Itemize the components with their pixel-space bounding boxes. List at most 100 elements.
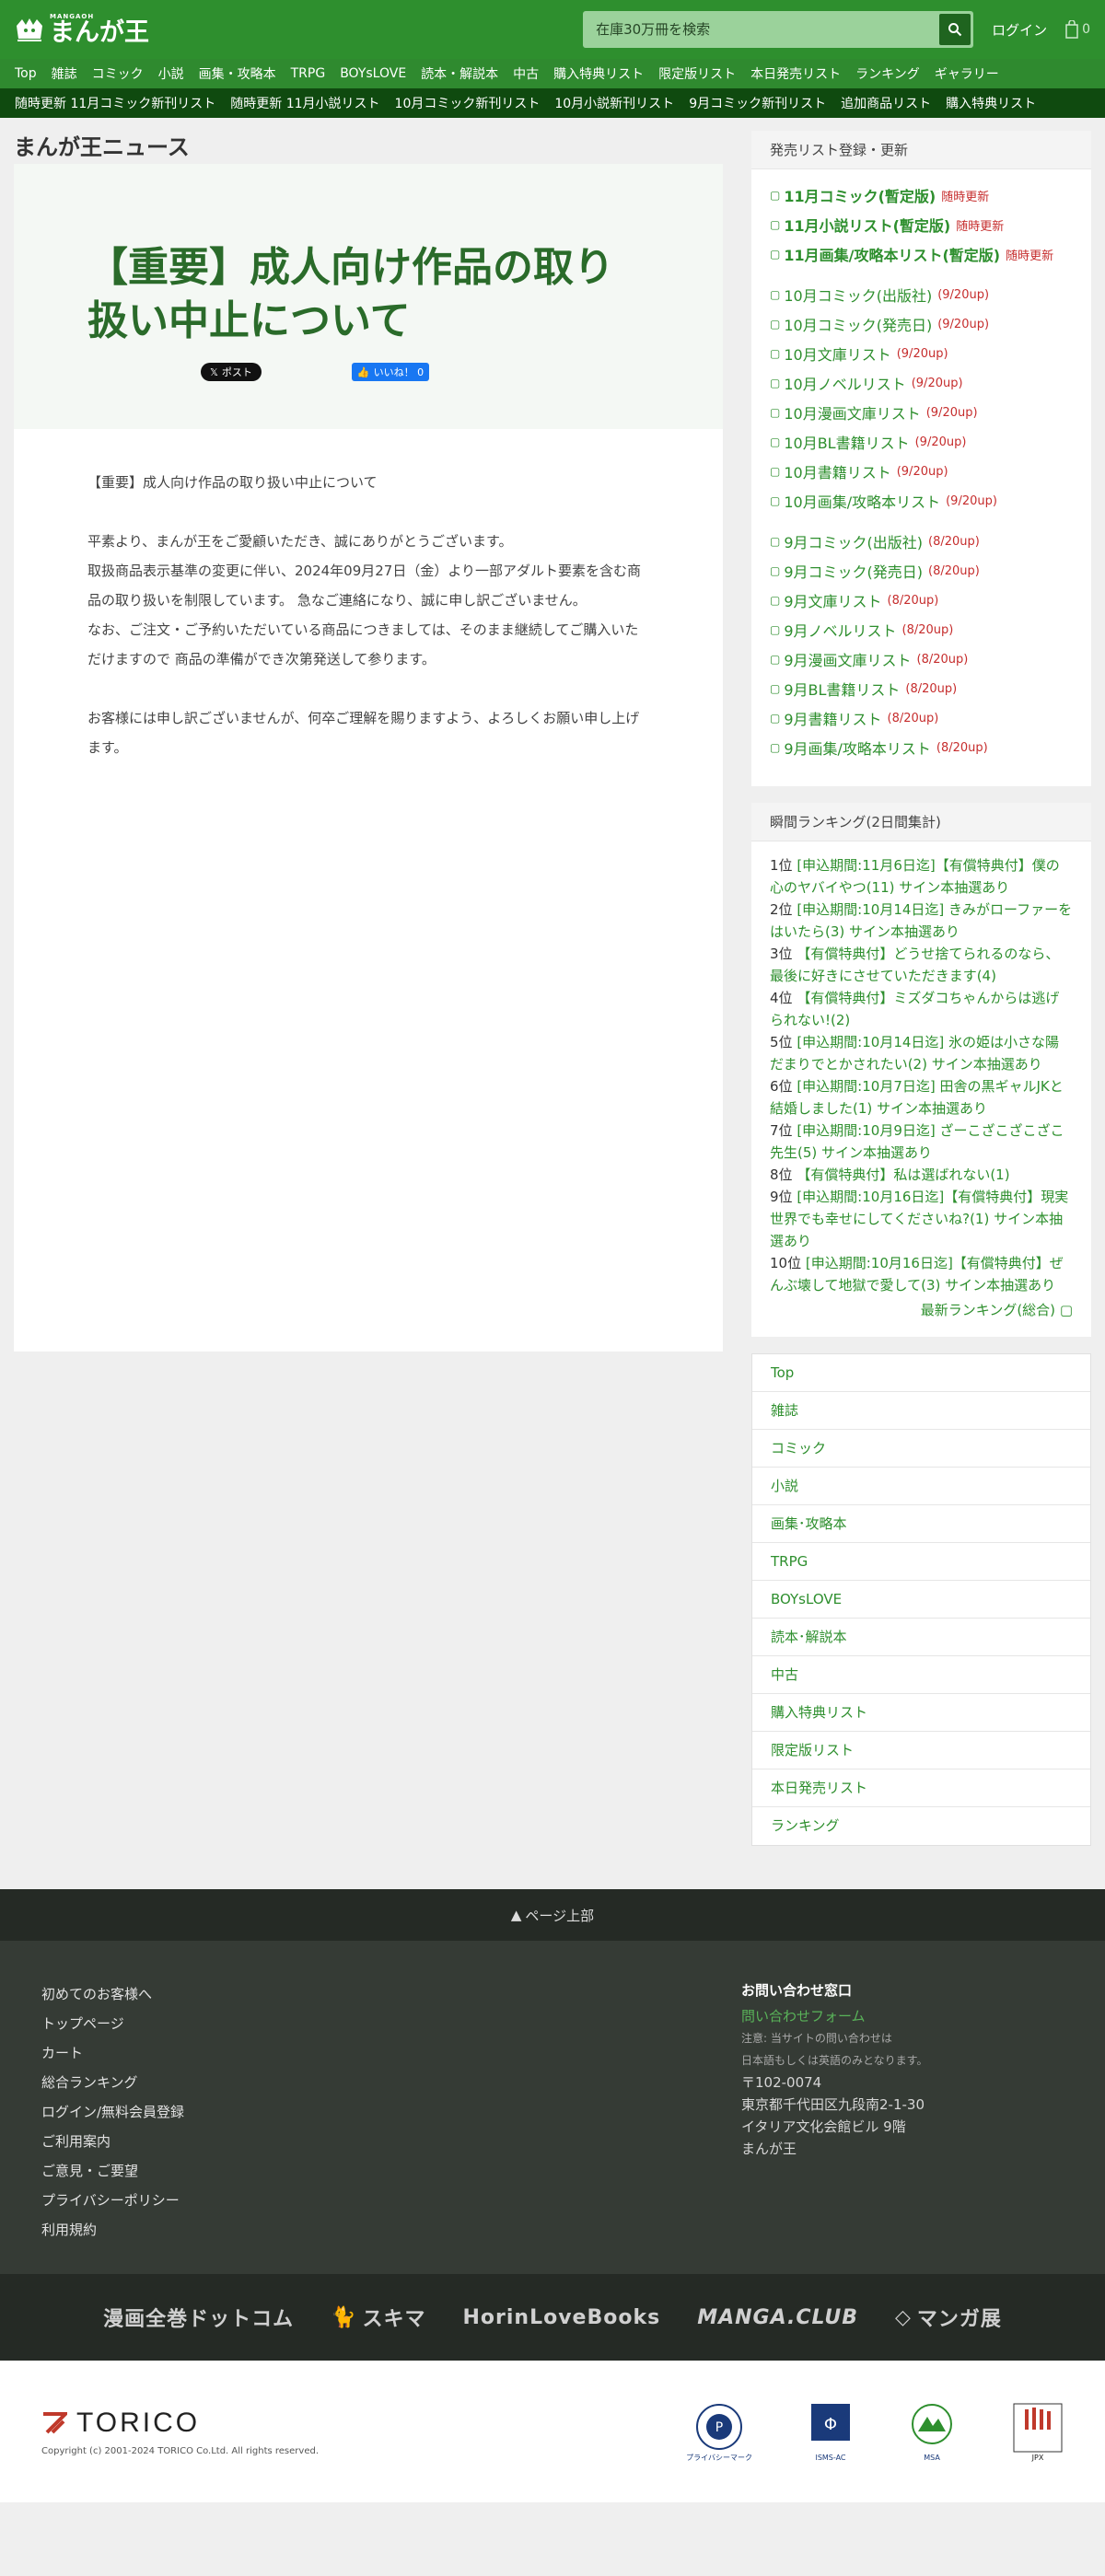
nav-item[interactable]: 読本・解説本 — [413, 64, 506, 83]
footer-link[interactable]: ご意見・ご要望 — [41, 2156, 741, 2186]
release-list-item[interactable]: ▢ 11月コミック(暫定版) 随時更新 — [770, 180, 1073, 210]
footer-link[interactable]: トップページ — [41, 2009, 741, 2038]
search-button[interactable] — [939, 14, 971, 45]
partner-logo[interactable]: HorinLoveBooks — [463, 2306, 661, 2329]
sidebar-menu-item[interactable]: 限定版リスト — [752, 1732, 1090, 1770]
login-link[interactable]: ログイン — [992, 20, 1047, 40]
release-note: (9/20up) — [937, 317, 990, 331]
nav-item[interactable]: TRPG — [284, 66, 333, 81]
footer-link[interactable]: 初めてのお客様へ — [41, 1979, 741, 2009]
sidebar-menu-item[interactable]: 画集･攻略本 — [752, 1505, 1090, 1543]
partner-logo[interactable]: MANGA.CLUB — [697, 2306, 858, 2329]
sidebar-menu-item[interactable]: 中古 — [752, 1656, 1090, 1694]
release-list-item[interactable]: ▢ 10月コミック(発売日) (9/20up) — [770, 309, 1073, 339]
partner-logo[interactable]: 🐈 スキマ — [331, 2303, 425, 2332]
release-list-item[interactable]: ▢ 9月コミック(発売日) (8/20up) — [770, 556, 1073, 586]
ranking-title-link[interactable]: [申込期間:10月9日迄] ざーこざこざこざこ先生(5) サイン本抽選あり — [770, 1122, 1064, 1161]
ranking-more-link[interactable]: 最新ランキング(総合) ▢ — [921, 1302, 1073, 1318]
release-list-item[interactable]: ▢ 9月コミック(出版社) (8/20up) — [770, 527, 1073, 556]
sidebar-menu-item[interactable]: コミック — [752, 1430, 1090, 1468]
sidebar-menu-item[interactable]: 読本･解説本 — [752, 1619, 1090, 1656]
ranking-position: 8位 — [770, 1166, 793, 1183]
release-list-item[interactable]: ▢ 11月画集/攻略本リスト(暫定版) 随時更新 — [770, 239, 1073, 269]
cart-button[interactable]: 0 — [1065, 20, 1090, 39]
release-list-item[interactable]: ▢ 10月コミック(出版社) (9/20up) — [770, 280, 1073, 309]
sub-nav-item[interactable]: 随時更新 11月コミック新刊リスト — [7, 94, 223, 112]
release-list-item[interactable]: ▢ 10月書籍リスト (9/20up) — [770, 457, 1073, 486]
ranking-position: 4位 — [770, 990, 793, 1006]
site-logo[interactable]: MANGAOH まんが王 — [15, 14, 149, 45]
nav-item[interactable]: BOYsLOVE — [332, 66, 413, 81]
sidebar-menu-item[interactable]: 小説 — [752, 1468, 1090, 1505]
nav-item[interactable]: Top — [7, 66, 44, 81]
footer-link[interactable]: プライバシーポリシー — [41, 2186, 741, 2215]
ranking-title-link[interactable]: 【有償特典付】私は選ばれない(1) — [797, 1166, 1009, 1183]
search-input[interactable] — [583, 11, 940, 48]
footer-link[interactable]: ログイン/無料会員登録 — [41, 2097, 741, 2127]
partner-logo[interactable]: ◇ マンガ展 — [895, 2303, 1002, 2332]
ranking-title-link[interactable]: [申込期間:10月16日迄]【有償特典付】現実世界でも幸せにしてくださいね?(1… — [770, 1189, 1068, 1249]
ranking-title-link[interactable]: [申込期間:11月6日迄]【有償特典付】僕の心のヤバイやつ(11) サイン本抽選… — [770, 857, 1060, 896]
nav-item[interactable]: 小説 — [151, 64, 192, 83]
torico-logo-text: TORICO — [76, 2407, 201, 2438]
sub-nav-item[interactable]: 10月コミック新刊リスト — [388, 94, 548, 112]
footer-link[interactable]: ご利用案内 — [41, 2127, 741, 2156]
release-list-item[interactable]: ▢ 9月画集/攻略本リスト (8/20up) — [770, 733, 1073, 762]
release-note: 随時更新 — [1006, 249, 1054, 263]
sidebar-menu-item[interactable]: 購入特典リスト — [752, 1694, 1090, 1732]
sub-nav-item[interactable]: 10月小説新刊リスト — [547, 94, 681, 112]
release-list-item[interactable]: ▢ 9月ノベルリスト (8/20up) — [770, 615, 1073, 644]
release-list-item[interactable]: ▢ 9月漫画文庫リスト (8/20up) — [770, 644, 1073, 674]
release-list-item[interactable]: ▢ 11月小説リスト(暫定版) 随時更新 — [770, 210, 1073, 239]
sub-nav-item[interactable]: 随時更新 11月小説リスト — [223, 94, 387, 112]
footer-link[interactable]: 総合ランキング — [41, 2068, 741, 2097]
footer-link[interactable]: 利用規約 — [41, 2215, 741, 2245]
contact-form-link[interactable]: 問い合わせフォーム — [741, 2008, 866, 2025]
ranking-title-link[interactable]: 【有償特典付】どうせ捨てられるのなら、最後に好きにさせていただきます(4) — [770, 946, 1059, 984]
release-list-item[interactable]: ▢ 9月BL書籍リスト (8/20up) — [770, 674, 1073, 703]
sidebar-menu-item[interactable]: 雑誌 — [752, 1392, 1090, 1430]
nav-item[interactable]: 画集・攻略本 — [192, 64, 284, 83]
ranking-title-link[interactable]: [申込期間:10月7日迄] 田舎の黒ギャルJKと結婚しました(1) サイン本抽選… — [770, 1078, 1064, 1117]
nav-item[interactable]: 中古 — [506, 64, 546, 83]
facebook-like-button[interactable]: 👍 いいね！ 0 — [351, 363, 430, 381]
release-list-item[interactable]: ▢ 9月書籍リスト (8/20up) — [770, 703, 1073, 733]
ranking-position: 5位 — [770, 1034, 793, 1050]
x-post-label: ポスト — [221, 366, 252, 378]
page-top-button[interactable]: ▲ ページ上部 — [0, 1889, 1105, 1941]
release-list-item[interactable]: ▢ 10月BL書籍リスト (9/20up) — [770, 427, 1073, 457]
sidebar-menu-item[interactable]: Top — [752, 1354, 1090, 1392]
ranking-title-link[interactable]: [申込期間:10月14日迄] きみがローファーをはいたら(3) サイン本抽選あり — [770, 901, 1072, 940]
release-list-item[interactable]: ▢ 9月文庫リスト (8/20up) — [770, 586, 1073, 615]
nav-item[interactable]: 雑誌 — [44, 64, 85, 83]
isms-icon: Φ — [811, 2403, 850, 2441]
sidebar-menu-item[interactable]: TRPG — [752, 1543, 1090, 1581]
sub-nav: 随時更新 11月コミック新刊リスト 随時更新 11月小説リスト 10月コミック新刊リ… — [0, 88, 1105, 118]
release-list-item[interactable]: ▢ 10月文庫リスト (9/20up) — [770, 339, 1073, 368]
sidebar-menu-item[interactable]: BOYsLOVE — [752, 1581, 1090, 1619]
ranking-title-link[interactable]: [申込期間:10月14日迄] 氷の姫は小さな陽だまりでとかされたい(2) サイン… — [770, 1034, 1059, 1073]
sub-nav-item[interactable]: 購入特典リスト — [938, 94, 1043, 112]
x-post-button[interactable]: 𝕏 ポスト — [201, 363, 262, 381]
ranking-item: 4位 【有償特典付】ミズダコちゃんからは逃げられない!(2) — [770, 987, 1073, 1031]
sidebar-menu-item[interactable]: ランキング — [752, 1807, 1090, 1845]
release-list-item[interactable]: ▢ 10月漫画文庫リスト (9/20up) — [770, 398, 1073, 427]
nav-item[interactable]: ギャラリー — [927, 64, 1006, 83]
release-label: 10月コミック(出版社) — [784, 287, 933, 305]
sidebar-menu-item[interactable]: 本日発売リスト — [752, 1770, 1090, 1807]
nav-item[interactable]: 限定版リスト — [651, 64, 743, 83]
sub-nav-item[interactable]: 9月コミック新刊リスト — [681, 94, 833, 112]
release-list-box: 発売リスト登録・更新 ▢ 11月コミック(暫定版) 随時更新 ▢ 11月小説リスト(暫定… — [751, 131, 1091, 786]
nav-item[interactable]: ランキング — [848, 64, 927, 83]
footer-link[interactable]: カート — [41, 2038, 741, 2068]
footer-links: 初めてのお客様へ トップページ カート 総合ランキング ログイン/無料会員登録 ご利用案内… — [41, 1979, 741, 2274]
nav-item[interactable]: 本日発売リスト — [743, 64, 848, 83]
release-list-item[interactable]: ▢ 10月ノベルリスト (9/20up) — [770, 368, 1073, 398]
release-list-item[interactable]: ▢ 10月画集/攻略本リスト (9/20up) — [770, 486, 1073, 516]
partner-logo[interactable]: 漫画全巻ドットコム — [103, 2303, 294, 2332]
ranking-title-link[interactable]: [申込期間:10月16日迄]【有償特典付】ぜんぶ壊して地獄で愛して(3) サイン… — [770, 1255, 1064, 1294]
nav-item[interactable]: コミック — [85, 64, 151, 83]
nav-item[interactable]: 購入特典リスト — [546, 64, 651, 83]
sub-nav-item[interactable]: 追加商品リスト — [833, 94, 938, 112]
ranking-title-link[interactable]: 【有償特典付】ミズダコちゃんからは逃げられない!(2) — [770, 990, 1059, 1028]
